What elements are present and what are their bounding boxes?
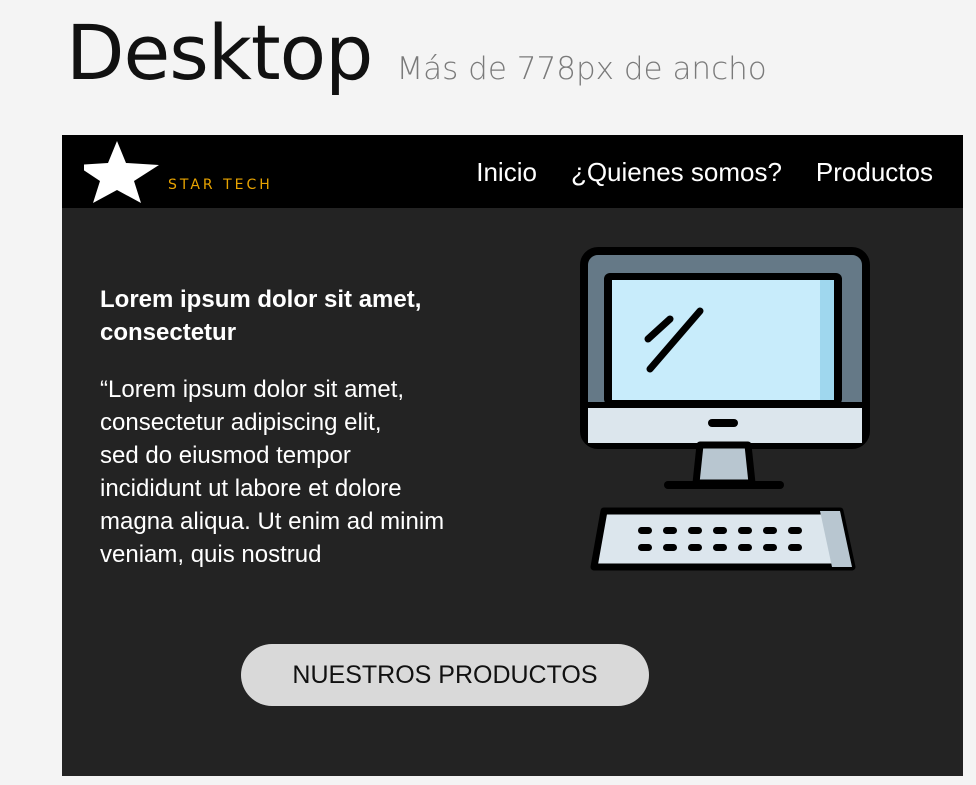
page-title: Desktop	[66, 8, 373, 97]
logo[interactable]: STAR TECH	[84, 141, 324, 205]
nav-link-productos[interactable]: Productos	[816, 157, 933, 188]
nuestros-productos-button[interactable]: NUESTROS PRODUCTOS	[241, 644, 649, 706]
page-heading: Desktop Más de 778px de ancho	[66, 8, 767, 97]
nav-link-inicio[interactable]: Inicio	[476, 157, 537, 188]
nav-links: Inicio ¿Quienes somos? Productos	[442, 157, 933, 188]
page-subtitle: Más de 778px de ancho	[396, 51, 767, 87]
desktop-computer-icon	[580, 247, 880, 582]
star-icon	[84, 141, 159, 203]
logo-text: STAR TECH	[168, 177, 273, 193]
nav-link-quienes-somos[interactable]: ¿Quienes somos?	[571, 157, 782, 188]
desktop-mockup: STAR TECH Inicio ¿Quienes somos? Product…	[62, 135, 963, 776]
navbar: STAR TECH Inicio ¿Quienes somos? Product…	[62, 135, 963, 208]
content-body: “Lorem ipsum dolor sit amet, consectetur…	[100, 376, 445, 568]
content-title: Lorem ipsum dolor sit amet, consectetur	[100, 286, 422, 346]
